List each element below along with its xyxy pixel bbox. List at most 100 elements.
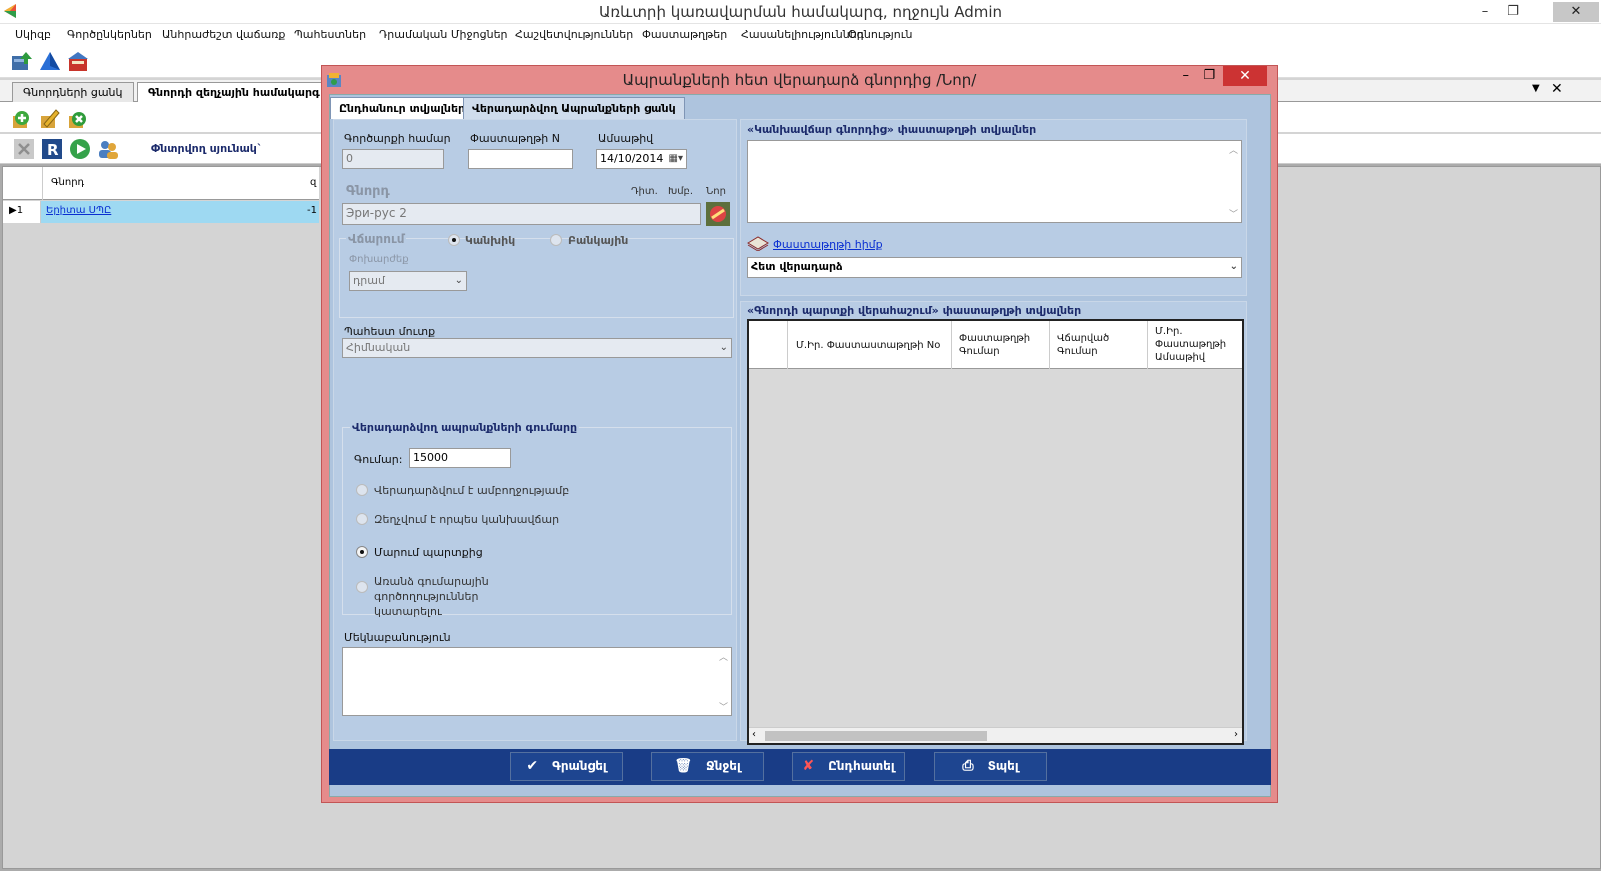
chevron-down-icon: ⌄ (719, 342, 728, 353)
tab-general[interactable]: Ընդհանուր տվյալներ (330, 97, 475, 119)
dialog-minimize-button[interactable]: – (1183, 68, 1190, 83)
general-left-panel: Գործարքի համար 0 Փաստաթղթի N Ամսաթիվ 14/… (333, 119, 737, 741)
buyer-lookup-icon[interactable] (706, 202, 730, 226)
calendar-icon[interactable]: ▦▾ (669, 153, 683, 164)
option-debt-repay-label[interactable]: Մարում պարտքից (374, 546, 483, 559)
scroll-right-icon[interactable]: › (1234, 729, 1238, 740)
tab-returned-goods[interactable]: Վերադարձվող Ապրանքների ցանկ (463, 97, 685, 119)
scroll-left-icon[interactable]: ‹ (752, 729, 756, 740)
payment-label: Վճարում (346, 232, 407, 246)
amount-label: Գումար: (354, 453, 403, 466)
close-button[interactable]: ✕ (1553, 2, 1599, 22)
pyramid-icon[interactable] (38, 50, 62, 74)
edit-icon[interactable] (38, 106, 62, 130)
deal-no-label: Գործարքի համար (344, 132, 451, 145)
maximize-button[interactable]: ❐ (1498, 2, 1528, 22)
option-debt-repay-radio[interactable] (356, 546, 368, 558)
col-doc-date[interactable]: Մ.Իր. Փաստաթղթի Ամսաթիվ (1155, 325, 1235, 364)
buyer-link[interactable]: Երիտա ՍՊԸ (46, 205, 111, 216)
menu-sales[interactable]: Անհրաժեշտ վաճառք (162, 28, 285, 41)
buyer-edit-link[interactable]: Խմբ. (668, 186, 693, 197)
grid-col-buyer[interactable]: Գնորդ (51, 177, 84, 188)
cancel-icon: ✘ (802, 758, 815, 774)
warehouse-value: Հիմնական (346, 341, 411, 354)
users-icon[interactable] (96, 137, 120, 161)
delete-button[interactable]: 🗑 Ջնջել (651, 752, 764, 781)
col-doc-no[interactable]: Մ.Իր. Փաստաստաթղթի No (796, 339, 940, 352)
row-indicator: ▶1 (9, 205, 24, 216)
scroll-up-icon[interactable]: ︿ (719, 650, 728, 663)
grid-col-next[interactable]: զ (310, 177, 316, 188)
option-prepayment-label: Զեղչվում է որպես կանխավճար (374, 513, 560, 526)
date-picker[interactable]: 14/10/2014 ▦▾ (596, 149, 687, 169)
payment-cash-radio (448, 234, 460, 246)
save-button[interactable]: ✔ Գրանցել (510, 752, 623, 781)
payment-bank-label: Բանկային (568, 234, 629, 247)
scroll-down-icon[interactable]: ﹀ (1229, 207, 1238, 220)
doc-no-label: Փաստաթղթի N (470, 132, 560, 145)
dialog-close-button[interactable]: ✕ (1223, 66, 1267, 86)
tab-menu-chevron-icon[interactable]: ▼ (1532, 83, 1540, 94)
minimize-button[interactable]: – (1470, 2, 1500, 22)
buyer-label: Գնորդ (346, 184, 390, 199)
buyer-new-link[interactable]: Նոր (706, 186, 726, 197)
books-icon[interactable] (66, 50, 90, 74)
payment-cash-label: Կանխիկ (465, 234, 516, 247)
printer-icon: ⎙ (962, 758, 974, 774)
chevron-down-icon: ⌄ (454, 275, 463, 286)
buyer-view-link[interactable]: Դիտ. (631, 186, 658, 197)
document-basis-icon (747, 236, 769, 251)
menu-cash[interactable]: Դրամական Միջոցներ (379, 28, 508, 41)
doc-basis-value: Հետ վերադարձ (751, 260, 843, 273)
col-paid-amount[interactable]: Վճարված Գումար (1057, 332, 1137, 358)
doc-basis-link[interactable]: Փաստաթղթի հիմք (773, 238, 883, 251)
dialog-maximize-button[interactable]: ❐ (1203, 68, 1215, 83)
col-doc-amount[interactable]: Փաստաթղթի Գումար (959, 332, 1039, 358)
clear-filter-icon[interactable] (12, 137, 36, 161)
cancel-button[interactable]: ✘ Ընդհատել (792, 752, 905, 781)
tab-buyer-discount[interactable]: Գնորդի զեղչային համակարգ (137, 82, 327, 102)
debt-grid: Մ.Իր. Փաստաստաթղթի No Փաստաթղթի Գումար Վ… (747, 319, 1244, 745)
print-button[interactable]: ⎙ Տպել (934, 752, 1047, 781)
cash-order-group-title: «Կանխավճար գնորդից» փաստաթղթի տվյալներ (747, 123, 1037, 136)
buyer-field: Эри-рус 2 (342, 203, 701, 225)
menu-access[interactable]: Հասանելիություններ (741, 28, 864, 41)
tab-close-icon[interactable]: ✕ (1551, 81, 1563, 97)
currency-value: դրամ (353, 274, 385, 287)
comment-textarea[interactable]: ︿ ﹀ (342, 647, 732, 716)
menu-start[interactable]: Սկիզբ (15, 28, 51, 41)
database-upload-icon[interactable] (10, 50, 34, 74)
cash-order-details: ︿ ﹀ (747, 140, 1242, 223)
dialog-body: Ընդհանուր տվյալներ Վերադարձվող Ապրանքներ… (329, 94, 1271, 797)
delete-icon[interactable] (66, 106, 90, 130)
menu-reports[interactable]: Հաշվետվություններ (515, 28, 633, 41)
horizontal-scrollbar[interactable]: ‹ › (749, 727, 1242, 743)
currency-select: դրամ ⌄ (349, 271, 467, 291)
warehouse-select: Հիմնական ⌄ (342, 338, 732, 358)
add-icon[interactable] (10, 106, 34, 130)
date-value: 14/10/2014 (600, 152, 664, 165)
scrollbar-thumb[interactable] (765, 731, 987, 741)
debt-group-title: «Գնորդի պարտքի վերահաշում» փաստաթղթի տվյ… (747, 304, 1082, 317)
table-row[interactable]: Երիտա ՍՊԸ -1 (41, 201, 319, 223)
dialog-title: Ապրանքների հետ վերադարձ գնորդից /Նոր/ (622, 71, 977, 89)
svg-text:R: R (47, 141, 59, 159)
menu-help[interactable]: Օգնություն (848, 28, 912, 41)
amount-field[interactable]: 15000 (409, 448, 511, 468)
tab-buyers-list[interactable]: Գնորդների ցանկ (12, 82, 134, 102)
debt-grid-header: Մ.Իր. Փաստաստաթղթի No Փաստաթղթի Գումար Վ… (749, 321, 1242, 369)
grid-header: Գնորդ զ (3, 167, 319, 200)
return-dialog: Ապրանքների հետ վերադարձ գնորդից /Նոր/ – … (321, 65, 1278, 803)
filter-column-label: Փնտրվող սյունակ` (151, 142, 263, 155)
doc-basis-select[interactable]: Հետ վերադարձ ⌄ (747, 257, 1242, 278)
menu-warehouses[interactable]: Պահեստներ (294, 28, 366, 41)
scroll-up-icon[interactable]: ︿ (1229, 143, 1238, 156)
chevron-down-icon[interactable]: ⌄ (1230, 261, 1238, 272)
menu-documents[interactable]: Փաստաթղթեր (642, 28, 727, 41)
refresh-icon[interactable]: R (40, 137, 64, 161)
deal-no-field: 0 (342, 149, 444, 169)
menu-partners[interactable]: Գործընկերներ (67, 28, 152, 41)
doc-no-field[interactable] (468, 149, 573, 169)
play-icon[interactable] (68, 137, 92, 161)
scroll-down-icon[interactable]: ﹀ (719, 700, 728, 713)
